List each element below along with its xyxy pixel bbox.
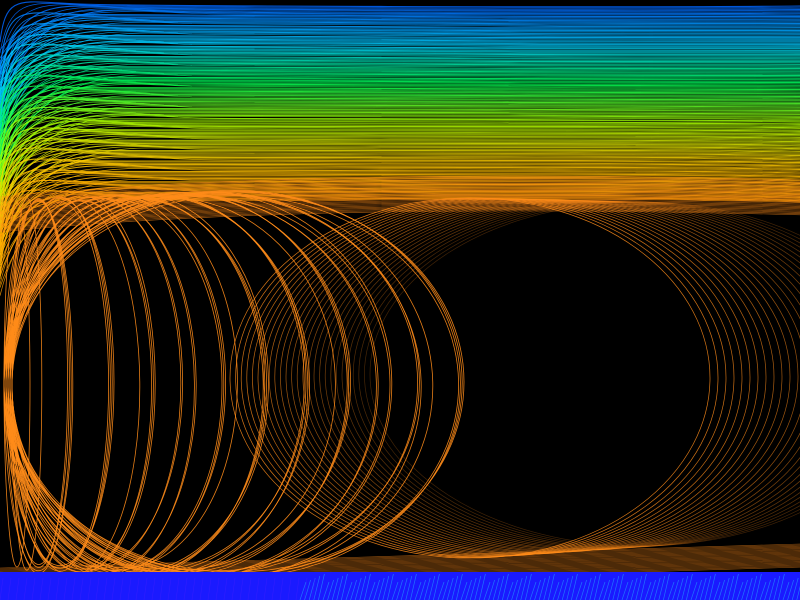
- bottom-blue-band: [0, 572, 800, 600]
- blue-band-fill: [0, 572, 800, 600]
- generative-artwork: [0, 0, 800, 600]
